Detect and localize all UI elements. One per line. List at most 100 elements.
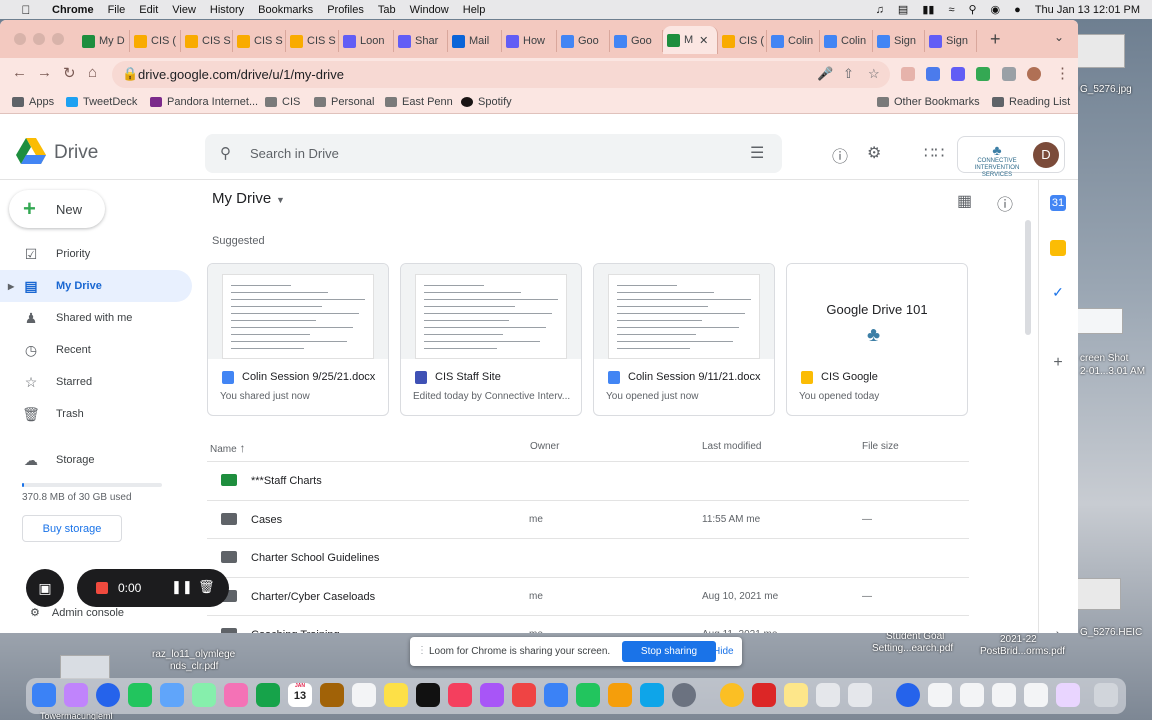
- search-placeholder[interactable]: Search in Drive: [250, 146, 339, 161]
- account-area[interactable]: ♣ CONNECTIVE INTERVENTION SERVICES D: [957, 136, 1065, 178]
- bookmark-folder-cis[interactable]: CIS: [265, 96, 300, 108]
- bookmark-tweetdeck[interactable]: TweetDeck: [66, 96, 137, 108]
- browser-tab[interactable]: CIS S: [181, 30, 233, 52]
- reload-icon[interactable]: ↻: [63, 64, 76, 82]
- chrome-menu-icon[interactable]: ⋮: [1055, 64, 1070, 82]
- maps-icon[interactable]: [192, 683, 216, 707]
- suggested-file-card[interactable]: Colin Session 9/25/21.docx You shared jus…: [207, 263, 389, 416]
- dock-window-icon-2[interactable]: [992, 683, 1016, 707]
- calendar-app-icon[interactable]: JAN 13: [288, 683, 312, 707]
- voice-search-icon[interactable]: 🎤: [817, 66, 833, 82]
- back-arrow-icon[interactable]: ←: [12, 64, 27, 81]
- keep-icon[interactable]: [1050, 240, 1066, 256]
- dock-document-icon[interactable]: [928, 683, 952, 707]
- reading-list[interactable]: Reading List: [992, 96, 1070, 108]
- dock-app-icon[interactable]: [816, 683, 840, 707]
- tasks-icon[interactable]: ✓: [1050, 284, 1066, 300]
- browser-tab[interactable]: Goo: [557, 30, 610, 52]
- battery-icon[interactable]: ▮▮: [922, 3, 934, 16]
- drive-search-bar[interactable]: ⚲ Search in Drive ☰: [205, 134, 782, 173]
- google-apps-grid-icon[interactable]: ∷∷: [924, 143, 944, 163]
- menu-help[interactable]: Help: [463, 4, 486, 16]
- suggested-file-card[interactable]: Colin Session 9/11/21.docx You opened jus…: [593, 263, 775, 416]
- sidebar-item-admin-console[interactable]: ⚙ Admin console: [30, 606, 124, 620]
- tab-close-icon[interactable]: ✕: [699, 34, 708, 47]
- browser-tab[interactable]: Sign: [873, 30, 925, 52]
- bookmark-other[interactable]: Other Bookmarks: [877, 96, 980, 108]
- desktop-file-thumbnail-left[interactable]: [60, 655, 110, 679]
- sidebar-item-priority[interactable]: ☑ Priority: [0, 238, 192, 270]
- bookmark-folder-personal[interactable]: Personal: [314, 96, 374, 108]
- window-zoom-button[interactable]: [52, 33, 64, 45]
- keynote-icon[interactable]: [544, 683, 568, 707]
- search-options-icon[interactable]: ☰: [750, 143, 764, 163]
- delete-recording-icon[interactable]: 🗑: [198, 579, 215, 595]
- browser-tab[interactable]: Mail: [448, 30, 502, 52]
- new-tab-button[interactable]: +: [990, 29, 1001, 50]
- pause-icon[interactable]: ❚❚: [171, 579, 193, 595]
- details-info-icon[interactable]: ⓘ: [997, 191, 1013, 215]
- desktop-heic-thumbnail[interactable]: [1075, 578, 1121, 610]
- grid-view-icon[interactable]: ▦: [957, 191, 972, 211]
- stop-sharing-button[interactable]: Stop sharing: [622, 641, 716, 662]
- desktop-file-thumbnail[interactable]: [1075, 34, 1125, 68]
- wifi-icon[interactable]: ≈: [948, 4, 954, 16]
- column-header-file-size[interactable]: File size: [862, 441, 899, 452]
- browser-tab[interactable]: CIS (: [718, 30, 767, 52]
- sort-arrow-up-icon[interactable]: ↑: [239, 441, 245, 455]
- page-title[interactable]: My Drive: [212, 190, 271, 207]
- title-dropdown-icon[interactable]: ▼: [276, 195, 285, 205]
- menu-clock[interactable]: Thu Jan 13 12:01 PM: [1035, 4, 1140, 16]
- extension-icon-1[interactable]: [901, 67, 915, 81]
- add-addon-icon[interactable]: +: [1050, 355, 1066, 371]
- loom-camera-button[interactable]: ▣: [26, 569, 64, 607]
- expand-panel-chevron-icon[interactable]: ›: [1050, 625, 1066, 633]
- podcasts-icon[interactable]: [480, 683, 504, 707]
- microphone-status-icon[interactable]: ♫: [876, 4, 884, 16]
- browser-tab[interactable]: CIS (: [130, 30, 181, 52]
- window-close-button[interactable]: [14, 33, 26, 45]
- extensions-puzzle-icon[interactable]: [1002, 67, 1016, 81]
- bookmark-star-icon[interactable]: ☆: [868, 66, 880, 82]
- stickies-icon[interactable]: [784, 683, 808, 707]
- menu-bookmarks[interactable]: Bookmarks: [258, 4, 313, 16]
- bookmark-apps[interactable]: Apps: [12, 96, 54, 108]
- drive-logo-icon[interactable]: [16, 138, 46, 164]
- bookmark-pandora[interactable]: Pandora Internet...: [150, 96, 258, 108]
- file-row[interactable]: Coaching TrainingmeAug 11, 2021 me—: [207, 615, 969, 633]
- loom-extension-icon[interactable]: [951, 67, 965, 81]
- apple-tv-icon[interactable]: [416, 683, 440, 707]
- new-button[interactable]: + New: [9, 190, 105, 228]
- siri-icon[interactable]: ●: [1014, 4, 1021, 16]
- chrome-dock-icon[interactable]: [720, 683, 744, 707]
- lock-icon[interactable]: 🔒: [122, 66, 138, 82]
- tab-search-chevron-icon[interactable]: ⌄: [1054, 30, 1064, 44]
- sidebar-item-recent[interactable]: ◷ Recent: [0, 334, 192, 366]
- file-row[interactable]: Cases me 11:55 AM me —: [207, 499, 969, 538]
- file-row[interactable]: Charter School Guidelines: [207, 538, 969, 576]
- app-store-icon[interactable]: [640, 683, 664, 707]
- file-row[interactable]: ***Staff Charts: [207, 461, 969, 499]
- expand-caret-icon[interactable]: ▶: [8, 282, 14, 291]
- sidebar-item-storage[interactable]: ☁ Storage: [0, 444, 192, 476]
- messages-icon[interactable]: [128, 683, 152, 707]
- hide-notice-button[interactable]: Hide: [713, 646, 734, 657]
- photos-icon[interactable]: [224, 683, 248, 707]
- dock-window-icon-3[interactable]: [1024, 683, 1048, 707]
- buy-storage-button[interactable]: Buy storage: [22, 515, 122, 542]
- profile-avatar-icon[interactable]: [1027, 67, 1041, 81]
- browser-tab[interactable]: Shar: [394, 30, 448, 52]
- numbers-icon[interactable]: [576, 683, 600, 707]
- window-minimize-button[interactable]: [33, 33, 45, 45]
- launchpad-icon[interactable]: [64, 683, 88, 707]
- browser-tab[interactable]: Sign: [925, 30, 977, 52]
- powerpoint-icon[interactable]: [752, 683, 776, 707]
- browser-tab[interactable]: M ✕: [663, 26, 718, 54]
- browser-tab[interactable]: Loon: [339, 30, 394, 52]
- system-preferences-icon[interactable]: [672, 683, 696, 707]
- spotlight-search-icon[interactable]: ⚲: [968, 3, 976, 16]
- trash-bin-icon[interactable]: [1094, 683, 1118, 707]
- finder-icon[interactable]: [32, 683, 56, 707]
- sidebar-item-my-drive[interactable]: ▶ ▤ My Drive: [0, 270, 192, 302]
- sidebar-item-trash[interactable]: 🗑 Trash: [0, 398, 192, 430]
